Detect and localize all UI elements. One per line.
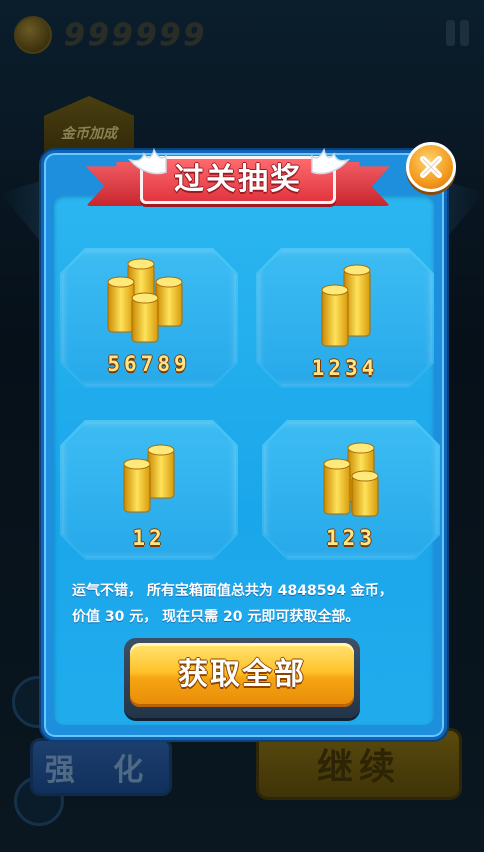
coin-stack-medium-icon [323, 442, 379, 517]
info-line: 运气不错， 所有宝箱面值总共为 4848594 金币， [72, 583, 393, 599]
reward-amount: 12 [132, 526, 166, 550]
reward-card[interactable]: 56789 [60, 248, 238, 388]
coin-stack-large-icon [107, 258, 183, 343]
coin-stack-medium-icon [321, 264, 371, 347]
coin-bonus-label: 金币加成 [61, 126, 117, 142]
strengthen-button[interactable]: 强 化 [30, 738, 172, 796]
pause-icon[interactable] [446, 20, 472, 46]
reward-amount: 1234 [311, 356, 379, 380]
close-icon [420, 156, 442, 178]
top-bar: 999999 [0, 0, 484, 70]
coin-stack-small-icon [123, 444, 175, 513]
reward-card[interactable]: 123 [262, 420, 440, 560]
info-line: 价值 30 元， 现在只需 20 元即可获取全部。 [72, 609, 360, 625]
close-button[interactable] [406, 142, 456, 192]
claim-all-button[interactable]: 获取全部 [124, 638, 360, 718]
reward-info-text: 运气不错， 所有宝箱面值总共为 4848594 金币， 价值 30 元， 现在只… [72, 578, 422, 630]
dialog-title: 过关抽奖 [174, 162, 302, 197]
reward-card[interactable]: 1234 [256, 248, 434, 388]
reward-amount: 123 [326, 526, 376, 550]
title-banner: 过关抽奖 [86, 147, 390, 210]
coin-balance: 999999 [64, 18, 208, 53]
coin-icon [14, 16, 52, 54]
claim-all-label: 获取全部 [178, 657, 306, 692]
reward-amount: 56789 [107, 352, 191, 376]
reward-card[interactable]: 12 [60, 420, 238, 560]
